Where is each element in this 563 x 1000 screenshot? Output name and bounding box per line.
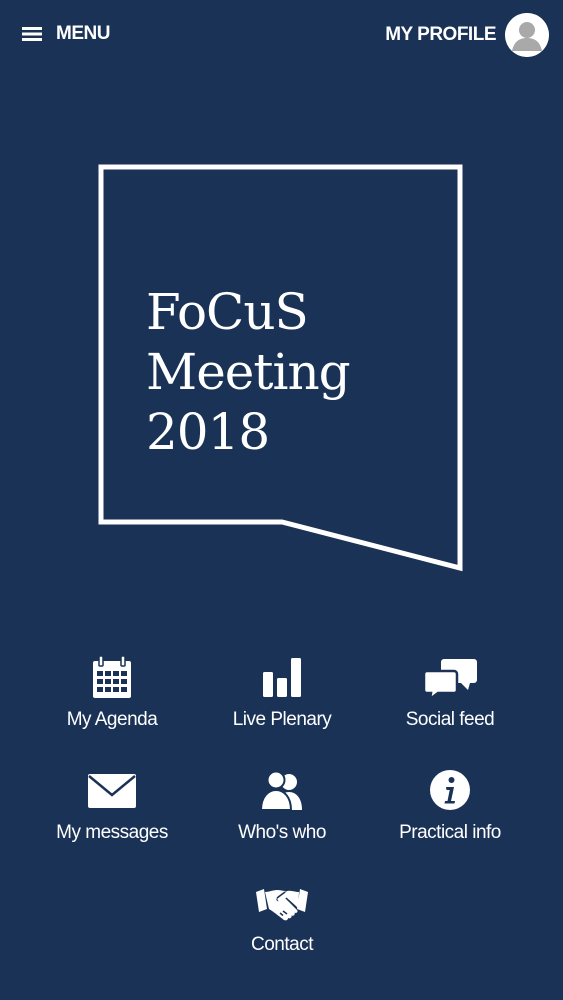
calendar-icon	[93, 655, 131, 698]
profile-label: MY PROFILE	[385, 24, 496, 45]
tile-social-feed[interactable]: Social feed	[360, 655, 540, 731]
menu-label: MENU	[56, 23, 110, 44]
avatar-icon[interactable]	[505, 13, 549, 57]
tile-contact[interactable]: Contact	[192, 880, 372, 956]
people-icon	[259, 770, 302, 811]
tile-practical-info[interactable]: Practical info	[360, 768, 540, 844]
handshake-icon	[256, 889, 308, 921]
tile-label: Who's who	[238, 822, 326, 843]
tile-label: Live Plenary	[232, 709, 332, 730]
hamburger-icon	[22, 27, 42, 41]
info-icon	[430, 770, 470, 810]
tile-label: My Agenda	[66, 709, 158, 730]
tile-live-plenary[interactable]: Live Plenary	[192, 655, 372, 731]
tile-label: Social feed	[405, 709, 495, 730]
tile-whos-who[interactable]: Who's who	[192, 768, 372, 844]
tile-label: Practical info	[399, 822, 501, 843]
envelope-icon	[88, 774, 136, 808]
event-title: FoCuS Meeting 2018	[146, 282, 351, 462]
tile-label: My messages	[56, 822, 168, 843]
bar-chart-icon	[263, 658, 301, 697]
tile-my-messages[interactable]: My messages	[22, 768, 202, 844]
menu-button[interactable]: MENU	[22, 18, 110, 50]
event-title-line: 2018	[146, 403, 270, 461]
event-title-line: FoCuS	[146, 283, 309, 341]
tile-my-agenda[interactable]: My Agenda	[22, 655, 202, 731]
top-bar: MENU MY PROFILE	[0, 0, 563, 70]
tile-label: Contact	[251, 934, 313, 955]
my-profile-button[interactable]: MY PROFILE	[385, 12, 549, 58]
chat-bubbles-icon	[422, 659, 477, 699]
event-title-line: Meeting	[146, 343, 351, 401]
